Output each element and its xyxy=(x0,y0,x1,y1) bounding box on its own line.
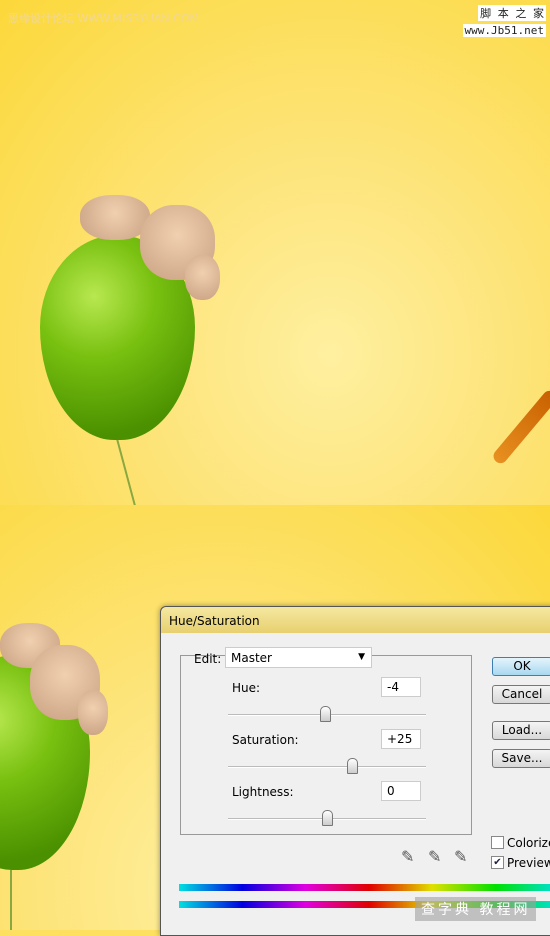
lightness-label: Lightness: xyxy=(232,785,294,799)
hue-label: Hue: xyxy=(232,681,261,695)
edit-select[interactable]: Master ▼ xyxy=(225,647,372,668)
chevron-down-icon: ▼ xyxy=(358,652,365,662)
edit-label: Edit: xyxy=(194,652,222,666)
hue-slider-thumb[interactable] xyxy=(319,706,331,722)
watermark-missyuan: 思缘设计论坛 WWW.MISSYUAN.COM xyxy=(8,12,199,25)
balloon-string xyxy=(115,434,137,505)
eyedropper-icon[interactable]: ✎ xyxy=(401,847,414,866)
load-button[interactable]: Load... xyxy=(492,721,550,740)
lightness-slider-thumb[interactable] xyxy=(322,810,333,826)
save-button[interactable]: Save... xyxy=(492,749,550,768)
saturation-input[interactable]: +25 xyxy=(381,729,421,749)
preview-checkbox[interactable]: ✔ xyxy=(491,856,504,869)
teddy-bear-paw xyxy=(185,255,220,300)
cancel-button[interactable]: Cancel xyxy=(492,685,550,704)
saturation-slider[interactable] xyxy=(228,758,426,774)
teddy-bear-paw xyxy=(78,690,108,735)
hue-saturation-dialog: Hue/Saturation Edit: Master ▼ Hue: -4 Sat… xyxy=(160,606,550,936)
hue-input[interactable]: -4 xyxy=(381,677,421,697)
watermark-jb51: 脚 本 之 家 www.Jb51.net xyxy=(462,5,546,37)
lightness-slider[interactable] xyxy=(228,810,426,826)
balloon-string xyxy=(10,870,12,930)
edit-value: Master xyxy=(231,651,272,665)
colorize-checkbox[interactable] xyxy=(491,836,504,849)
dialog-title: Hue/Saturation xyxy=(161,607,550,633)
input-color-bar xyxy=(179,884,550,891)
orange-streak xyxy=(490,388,550,466)
hue-slider[interactable] xyxy=(228,706,426,722)
adjustment-group xyxy=(180,655,472,835)
saturation-label: Saturation: xyxy=(232,733,299,747)
colorize-label: Colorize xyxy=(507,836,550,850)
watermark-chazidian: 查字典 教程网 xyxy=(415,897,537,921)
eyedropper-minus-icon[interactable]: ✎ xyxy=(454,847,467,866)
ok-button[interactable]: OK xyxy=(492,657,550,676)
eyedropper-plus-icon[interactable]: ✎ xyxy=(428,847,441,866)
before-image: 思缘设计论坛 WWW.MISSYUAN.COM 脚 本 之 家 www.Jb51.… xyxy=(0,0,550,505)
preview-label: Preview xyxy=(507,856,550,870)
saturation-slider-thumb[interactable] xyxy=(346,758,358,774)
lightness-input[interactable]: 0 xyxy=(381,781,421,801)
